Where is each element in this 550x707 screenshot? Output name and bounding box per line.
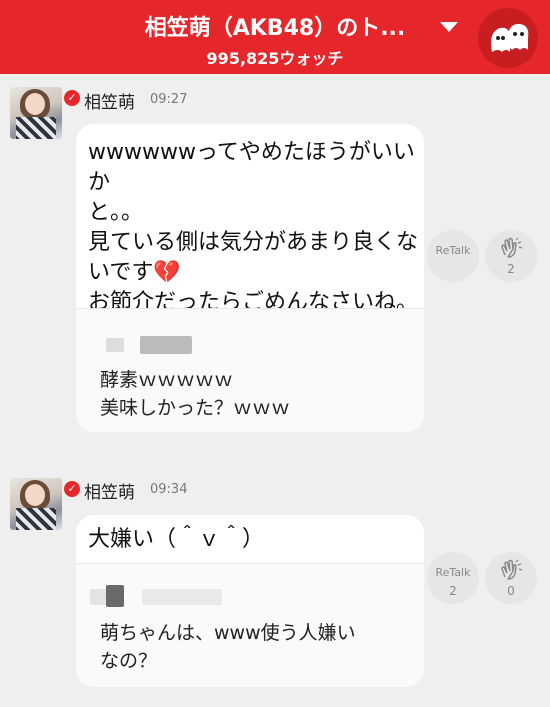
message-line: と。。: [88, 200, 144, 225]
message-text: wwwwwwってやめたほうがいいか と。。 見ている側は気分があまり良くな いで…: [88, 138, 418, 318]
post-time: 09:27: [150, 92, 188, 107]
check-badge-icon: ✓: [64, 481, 80, 497]
author-name: 相笠萌: [84, 483, 135, 503]
message-text: 大嫌い（＾ｖ＾）: [88, 525, 418, 555]
quote-line: 酵素ｗｗｗｗｗ: [100, 369, 234, 391]
message-line: いです💔: [88, 260, 181, 285]
quoted-text: 萌ちゃんは、www使う人嫌い なの？: [100, 619, 356, 675]
clap-button[interactable]: 0: [485, 552, 537, 604]
retalk-label: ReTalk: [435, 244, 471, 257]
message-bubble: 大嫌い（＾ｖ＾） 萌ちゃんは、www使う人嫌い なの？: [76, 515, 424, 687]
blurred-username: [142, 589, 222, 605]
clap-count: 0: [507, 584, 515, 598]
clap-count: 2: [507, 262, 515, 276]
quote-line: 美味しかった？ｗｗｗ: [100, 397, 291, 419]
avatar[interactable]: [10, 87, 62, 139]
divider: [76, 563, 424, 564]
clapping-hands-icon: [501, 237, 523, 258]
retalk-button[interactable]: ReTalk: [427, 230, 479, 282]
divider: [76, 308, 424, 309]
retalk-count: 2: [449, 584, 457, 598]
retalk-label: ReTalk: [435, 566, 471, 579]
blurred-user-icon: [106, 338, 124, 352]
clapping-hands-icon: [501, 559, 523, 580]
post-time: 09:34: [150, 482, 188, 497]
quote-line: なの？: [100, 650, 158, 672]
blurred-user-icon: [106, 585, 124, 607]
ghost-mascot-icon[interactable]: [478, 8, 538, 68]
ghost-mascot-graphic: [491, 24, 529, 52]
author-name: 相笠萌: [84, 93, 135, 113]
blurred-username: [140, 336, 192, 354]
quoted-text: 酵素ｗｗｗｗｗ 美味しかった？ｗｗｗ: [100, 366, 290, 422]
message-line: 見ている側は気分があまり良くな: [88, 230, 419, 255]
check-badge-icon: ✓: [64, 90, 80, 106]
avatar[interactable]: [10, 478, 62, 530]
clap-button[interactable]: 2: [485, 230, 537, 282]
caret-down-icon[interactable]: [440, 22, 458, 32]
quoted-reply[interactable]: 酵素ｗｗｗｗｗ 美味しかった？ｗｗｗ: [76, 308, 424, 432]
quoted-reply[interactable]: 萌ちゃんは、www使う人嫌い なの？: [76, 563, 424, 687]
watch-count: 995,825ウォッチ: [206, 49, 344, 68]
message-line: 大嫌い（＾ｖ＾）: [88, 527, 265, 552]
quote-line: 萌ちゃんは、www使う人嫌い: [100, 622, 356, 644]
header-bar: 相笠萌（AKB48）のト... 995,825ウォッチ: [0, 0, 550, 74]
message-line: wwwwwwってやめたほうがいいか: [88, 140, 415, 195]
retalk-button[interactable]: ReTalk 2: [427, 552, 479, 604]
message-bubble: wwwwwwってやめたほうがいいか と。。 見ている側は気分があまり良くな いで…: [76, 124, 424, 432]
talk-title[interactable]: 相笠萌（AKB48）のト...: [130, 10, 420, 42]
